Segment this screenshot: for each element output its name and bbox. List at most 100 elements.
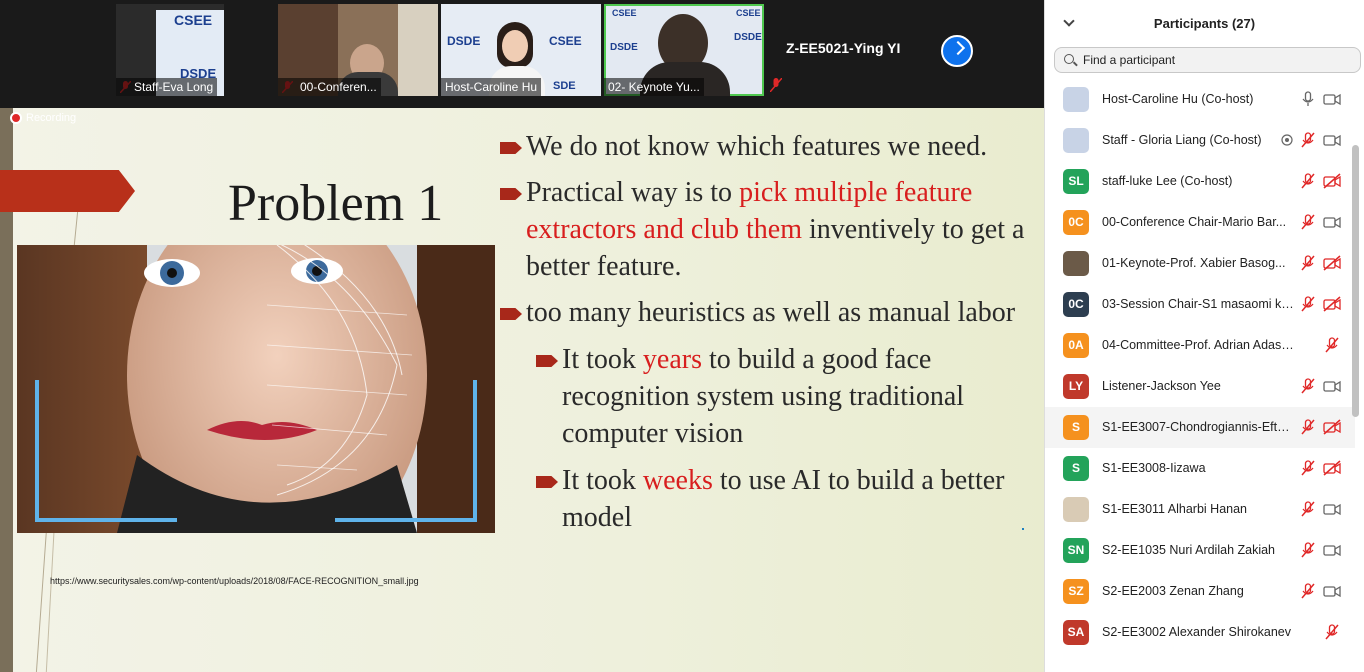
participant-row[interactable]: S S1-EE3008-Iizawa <box>1045 448 1355 489</box>
microphone-muted-icon[interactable] <box>1299 460 1317 476</box>
image-source-url: https://www.securitysales.com/wp-content… <box>50 576 419 586</box>
participant-list: Host-Caroline Hu (Co-host) Staff - Gloria… <box>1045 79 1355 672</box>
dsde-logo-text: DSDE <box>734 32 762 43</box>
csee-logo-text: CSEE <box>736 8 761 18</box>
microphone-muted-icon[interactable] <box>1323 337 1341 353</box>
video-camera-icon[interactable] <box>1323 132 1341 148</box>
bullet-item: too many heuristics as well as manual la… <box>498 294 1028 331</box>
tile-name: 02- Keynote Yu... <box>604 78 704 96</box>
bullet-arrow-icon <box>536 355 558 367</box>
next-page-button[interactable] <box>941 35 973 67</box>
wall-background <box>398 4 438 96</box>
video-camera-off-icon[interactable] <box>1323 296 1341 312</box>
sub-bullet-item: It took years to build a good face recog… <box>534 341 1028 452</box>
recording-indicator[interactable]: Recording <box>10 112 76 124</box>
video-camera-off-icon[interactable] <box>1323 419 1341 435</box>
slide-title: Problem 1 <box>228 175 444 232</box>
video-tile-staff-eva[interactable]: CSEE DSDE Staff-Eva Long <box>116 4 224 96</box>
microphone-muted-icon[interactable] <box>1299 501 1317 517</box>
video-camera-icon[interactable] <box>1323 378 1341 394</box>
participant-row[interactable]: S S1-EE3007-Chondrogiannis-Efth... <box>1045 407 1355 448</box>
avatar: 0C <box>1063 210 1089 235</box>
csee-logo-text: CSEE <box>549 34 582 48</box>
search-input[interactable] <box>1083 51 1353 69</box>
bullet-text: We do not know which features we need. <box>526 131 988 162</box>
csee-logo-text: CSEE <box>174 12 213 28</box>
participant-row[interactable]: S1-EE3011 Alharbi Hanan <box>1045 489 1355 530</box>
microphone-muted-icon[interactable] <box>1299 296 1317 312</box>
tile-name: Host-Caroline Hu <box>441 78 542 96</box>
tile-name: Staff-Eva Long <box>116 78 218 96</box>
video-camera-off-icon[interactable] <box>1323 255 1341 271</box>
avatar <box>1063 251 1089 276</box>
microphone-muted-icon[interactable] <box>1299 214 1317 230</box>
participant-row[interactable]: SA S2-EE3002 Alexander Shirokanev <box>1045 612 1355 653</box>
participant-row[interactable]: SZ S2-EE2003 Zenan Zhang <box>1045 571 1355 612</box>
microphone-muted-icon[interactable] <box>1299 173 1317 189</box>
dsde-logo-text: DSDE <box>447 34 481 48</box>
video-camera-off-icon[interactable] <box>1323 173 1341 189</box>
video-gallery-strip: CSEE DSDE Staff-Eva Long 00-Conferen... … <box>0 0 1044 108</box>
participant-name: Staff - Gloria Liang (Co-host) <box>1102 133 1262 147</box>
bullet-arrow-icon <box>536 476 558 488</box>
participant-row[interactable]: 01-Keynote-Prof. Xabier Basog... <box>1045 243 1355 284</box>
microphone-muted-icon[interactable] <box>1299 542 1317 558</box>
video-tile-conference-chair[interactable]: 00-Conferen... <box>278 4 438 96</box>
avatar: LY <box>1063 374 1089 399</box>
microphone-icon[interactable] <box>1299 91 1317 107</box>
participant-row[interactable]: LY Listener-Jackson Yee <box>1045 366 1355 407</box>
remote-control-icon <box>1278 132 1296 148</box>
video-tile-keynote-active[interactable]: CSEE DSDE CSEE DSDE 02- Keynote Yu... <box>604 4 764 96</box>
microphone-muted-icon[interactable] <box>1299 132 1317 148</box>
mic-muted-icon <box>770 78 782 92</box>
microphone-muted-icon[interactable] <box>1299 255 1317 271</box>
bullet-highlight-text: years <box>642 344 702 375</box>
video-camera-icon[interactable] <box>1323 542 1341 558</box>
panel-title: Participants (27) <box>1153 16 1256 31</box>
bullet-arrow-icon <box>500 142 522 154</box>
search-icon <box>1064 54 1074 64</box>
participant-row[interactable]: Staff - Gloria Liang (Co-host) <box>1045 120 1355 161</box>
bullet-text: Practical way is to <box>526 177 740 208</box>
participant-list-scrollbar[interactable] <box>1352 145 1359 417</box>
participant-row[interactable]: 0C 03-Session Chair-S1 masaomi ki... <box>1045 284 1355 325</box>
microphone-muted-icon[interactable] <box>1299 583 1317 599</box>
participant-row[interactable]: Host-Caroline Hu (Co-host) <box>1045 79 1355 120</box>
record-icon <box>10 112 22 124</box>
zoom-meeting-window: CSEE DSDE Staff-Eva Long 00-Conferen... … <box>0 0 1364 672</box>
bullet-text: It took <box>562 465 643 496</box>
stray-dot <box>1022 528 1024 530</box>
participant-row[interactable]: 0A 04-Committee-Prof. Adrian Adascali... <box>1045 325 1355 366</box>
microphone-muted-icon[interactable] <box>1323 624 1341 640</box>
participant-name: Host-Caroline Hu (Co-host) <box>1102 92 1254 106</box>
chevron-right-icon <box>950 40 966 56</box>
sde-logo-text: SDE <box>553 80 576 92</box>
avatar: S <box>1063 415 1089 440</box>
participant-search-box[interactable] <box>1054 47 1361 73</box>
shared-screen-slide: Recording Problem 1 https://www.security… <box>0 108 1044 672</box>
video-tile-host-caroline[interactable]: DSDE CSEE SDE Host-Caroline Hu <box>441 4 601 96</box>
bullet-text: It took <box>562 344 643 375</box>
video-camera-icon[interactable] <box>1323 501 1341 517</box>
avatar: 0A <box>1063 333 1089 358</box>
participant-row[interactable]: 0C 00-Conference Chair-Mario Bar... <box>1045 202 1355 243</box>
avatar: 0C <box>1063 292 1089 317</box>
video-camera-off-icon[interactable] <box>1323 460 1341 476</box>
participant-row[interactable]: SN S2-EE1035 Nuri Ardilah Zakiah <box>1045 530 1355 571</box>
participant-name: S1-EE3008-Iizawa <box>1102 461 1206 475</box>
participant-name: 01-Keynote-Prof. Xabier Basog... <box>1102 256 1286 270</box>
video-camera-icon[interactable] <box>1323 214 1341 230</box>
video-camera-icon[interactable] <box>1323 91 1341 107</box>
sub-bullet-item: It took weeks to use AI to build a bette… <box>534 462 1028 536</box>
microphone-muted-icon[interactable] <box>1299 419 1317 435</box>
participant-name: S1-EE3011 Alharbi Hanan <box>1102 502 1248 516</box>
participant-row[interactable]: SL staff-luke Lee (Co-host) <box>1045 161 1355 202</box>
microphone-muted-icon[interactable] <box>1299 378 1317 394</box>
participant-name: S2-EE1035 Nuri Ardilah Zakiah <box>1102 543 1276 557</box>
dsde-logo-text: DSDE <box>610 42 638 53</box>
video-camera-icon[interactable] <box>1323 583 1341 599</box>
participant-name: S2-EE3002 Alexander Shirokanev <box>1102 625 1292 639</box>
avatar: SZ <box>1063 579 1089 604</box>
avatar <box>1063 497 1089 522</box>
participant-name: 03-Session Chair-S1 masaomi ki... <box>1102 297 1294 311</box>
